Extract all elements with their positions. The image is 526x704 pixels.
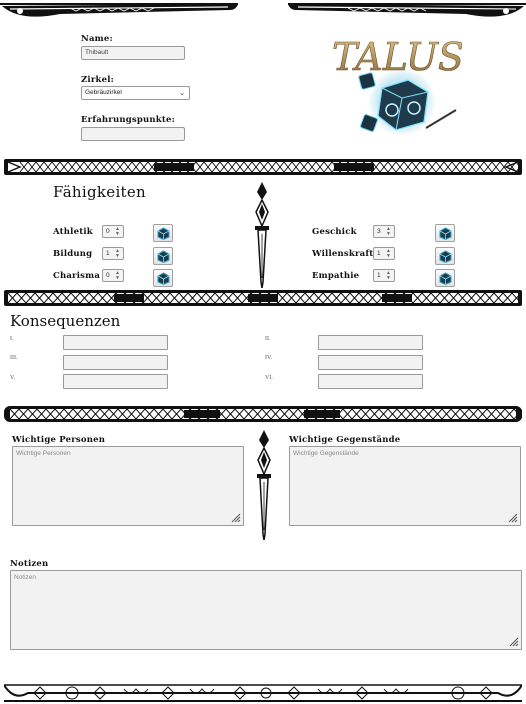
- skill-label-geschick: Geschick: [312, 227, 357, 237]
- consequence-numeral-5: V.: [10, 375, 16, 381]
- consequence-numeral-3: III.: [10, 355, 18, 361]
- skill-value-charisma: 0: [106, 272, 110, 279]
- dice-icon: [157, 272, 170, 285]
- consequence-numeral-1: I.: [10, 336, 14, 342]
- skill-stepper-bildung[interactable]: 1 ▲ ▼: [102, 247, 124, 260]
- skill-label-charisma: Charisma: [53, 271, 101, 281]
- top-border-right: [288, 0, 526, 22]
- circle-label: Zirkel:: [81, 75, 114, 85]
- top-border-left: [0, 0, 238, 22]
- xp-label: Erfahrungspunkte:: [81, 115, 175, 125]
- consequence-numeral-2: II.: [265, 336, 271, 342]
- consequence-input-5[interactable]: [63, 374, 168, 389]
- items-placeholder: Wichtige Gegenstände: [293, 450, 359, 457]
- resize-grip-icon[interactable]: [231, 513, 241, 523]
- resize-grip-icon[interactable]: [508, 513, 518, 523]
- dice-icon: [439, 227, 452, 240]
- items-textarea[interactable]: Wichtige Gegenstände: [289, 446, 521, 526]
- bottom-border: [4, 681, 522, 703]
- skill-stepper-empathie[interactable]: 1 ▲ ▼: [373, 269, 395, 282]
- skill-label-bildung: Bildung: [53, 249, 93, 259]
- notes-label: Notizen: [10, 559, 49, 569]
- skill-value-geschick: 3: [377, 228, 381, 235]
- talus-logo: TALUS: [330, 30, 464, 142]
- skill-label-willenskraft: Willenskraft: [312, 249, 374, 259]
- consequence-input-2[interactable]: [318, 335, 423, 350]
- divider-band-2: [4, 289, 522, 307]
- roll-dice-button-willenskraft[interactable]: [435, 247, 455, 265]
- skill-stepper-geschick[interactable]: 3 ▲ ▼: [373, 225, 395, 238]
- chevron-down-icon: ⌄: [179, 90, 185, 97]
- dagger-ornament-icon: [254, 430, 274, 541]
- skill-label-athletik: Athletik: [53, 227, 93, 237]
- people-placeholder: Wichtige Personen: [16, 450, 71, 457]
- skill-value-willenskraft: 1: [377, 250, 381, 257]
- dagger-ornament-icon: [252, 182, 272, 289]
- resize-grip-icon[interactable]: [509, 637, 519, 647]
- consequence-input-1[interactable]: [63, 335, 168, 350]
- roll-dice-button-athletik[interactable]: [153, 224, 173, 242]
- notes-textarea[interactable]: Notizen: [10, 570, 522, 650]
- people-label: Wichtige Personen: [12, 435, 106, 445]
- consequence-numeral-4: IV.: [265, 355, 273, 361]
- dice-icon: [439, 272, 452, 285]
- name-label: Name:: [81, 34, 113, 44]
- circle-select[interactable]: Gebräuzirkel ⌄: [81, 86, 190, 100]
- dice-icon: [157, 250, 170, 263]
- consequence-input-4[interactable]: [318, 355, 423, 370]
- roll-dice-button-geschick[interactable]: [435, 224, 455, 242]
- skills-title: Fähigkeiten: [53, 183, 147, 201]
- consequence-numeral-6: VI.: [265, 375, 273, 381]
- dice-icon: [439, 250, 452, 263]
- notes-placeholder: Notizen: [14, 574, 37, 581]
- consequence-input-6[interactable]: [318, 374, 423, 389]
- divider-band-1: [4, 158, 522, 176]
- skill-value-empathie: 1: [377, 272, 381, 279]
- people-textarea[interactable]: Wichtige Personen: [12, 446, 244, 526]
- roll-dice-button-charisma[interactable]: [153, 269, 173, 287]
- items-label: Wichtige Gegenstände: [289, 435, 401, 445]
- dice-icon: [157, 227, 170, 240]
- roll-dice-button-empathie[interactable]: [435, 269, 455, 287]
- roll-dice-button-bildung[interactable]: [153, 247, 173, 265]
- skill-label-empathie: Empathie: [312, 271, 360, 281]
- skill-stepper-charisma[interactable]: 0 ▲ ▼: [102, 269, 124, 282]
- xp-input[interactable]: [81, 127, 185, 141]
- skill-stepper-athletik[interactable]: 0 ▲ ▼: [102, 225, 124, 238]
- consequences-title: Konsequenzen: [10, 312, 121, 330]
- divider-band-3: [4, 405, 522, 423]
- skill-stepper-willenskraft[interactable]: 1 ▲ ▼: [373, 247, 395, 260]
- name-input[interactable]: Thibault: [81, 46, 185, 60]
- consequence-input-3[interactable]: [63, 355, 168, 370]
- skill-value-athletik: 0: [106, 228, 110, 235]
- skill-value-bildung: 1: [106, 250, 110, 257]
- circle-select-value: Gebräuzirkel: [85, 89, 122, 96]
